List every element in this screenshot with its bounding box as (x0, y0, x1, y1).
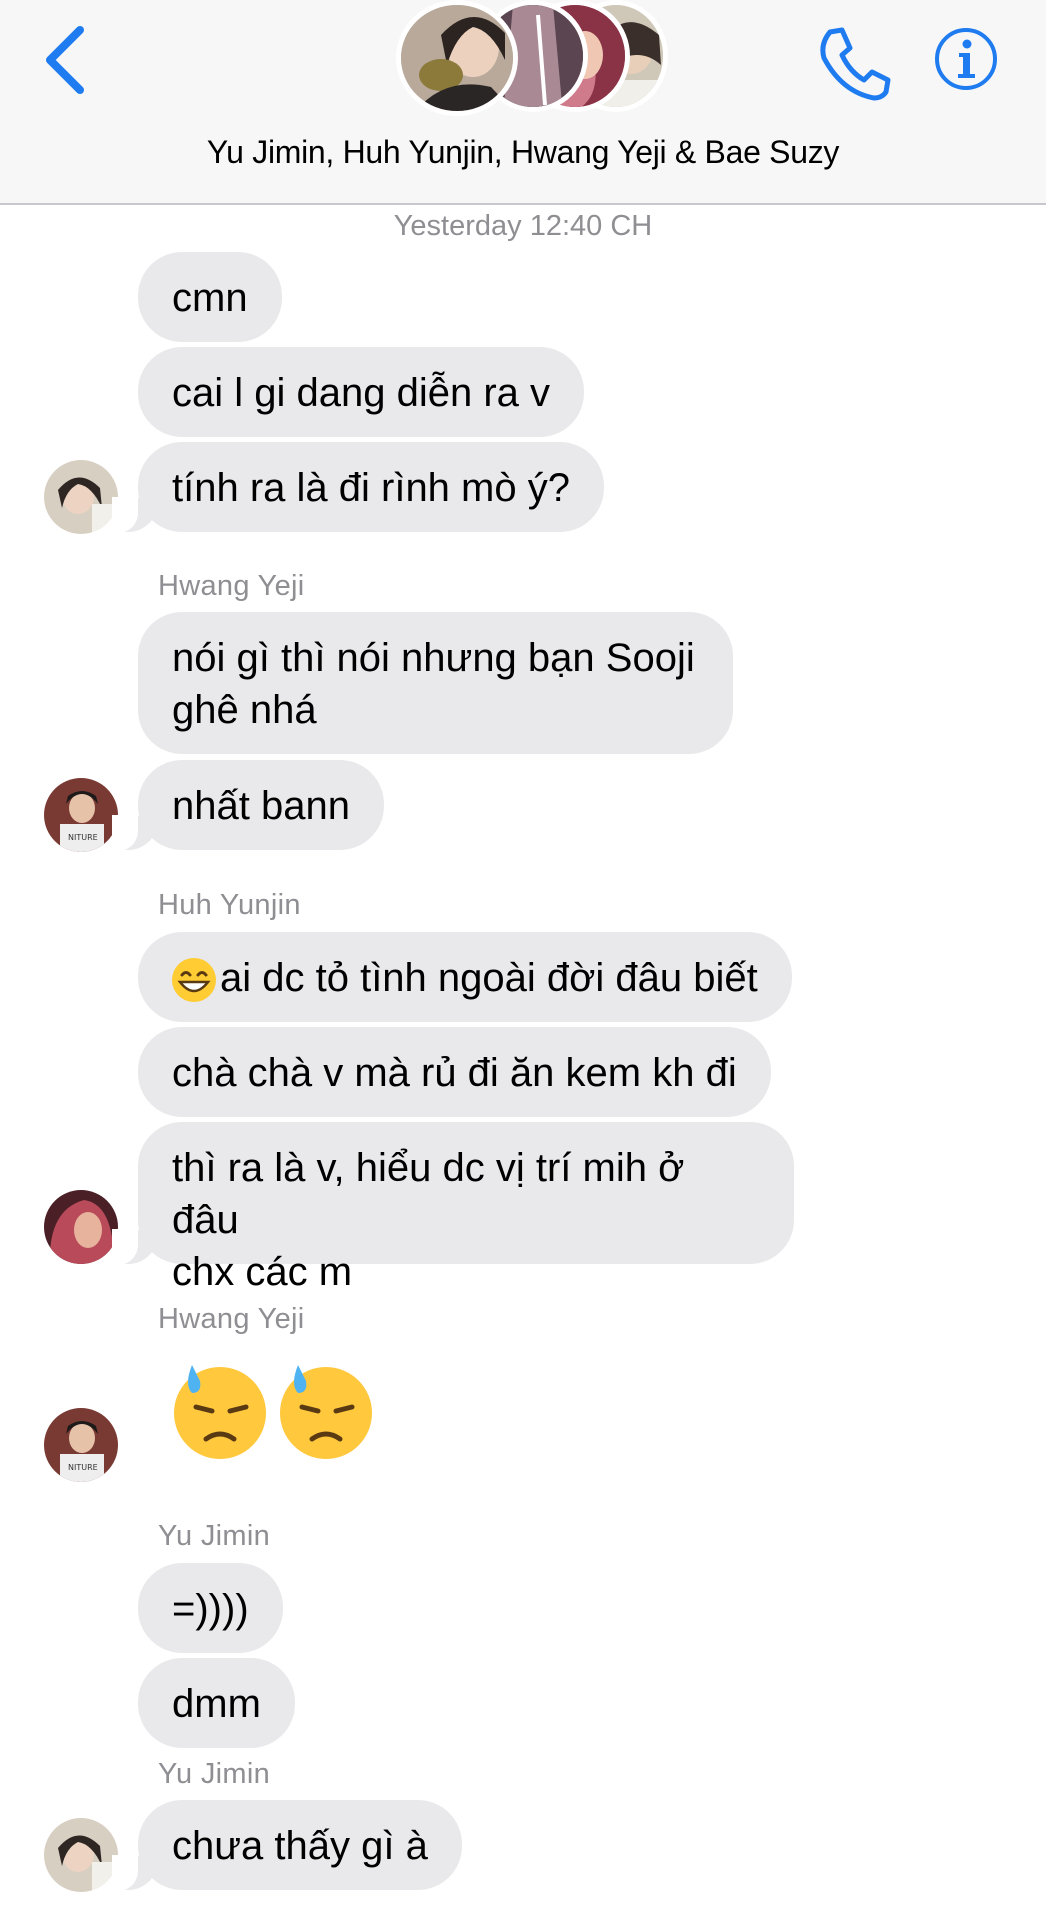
group-avatar-stack[interactable] (396, 0, 668, 116)
message-text: cai l gi dang diễn ra v (172, 371, 551, 415)
message-text: chưa thấy gì à (172, 1824, 428, 1868)
avatar[interactable]: NITURE (44, 1408, 118, 1482)
message-bubble[interactable]: cai l gi dang diễn ra v (138, 347, 585, 437)
avatar[interactable] (44, 460, 118, 534)
svg-text:NITURE: NITURE (68, 1463, 98, 1472)
message-bubble[interactable]: tính ra là đi rình mò ý? (112, 442, 604, 533)
grinning-face-icon (172, 958, 216, 1003)
sender-name: Hwang Yeji (158, 1303, 305, 1335)
message-text: ai dc tỏ tình ngoài đời đâu biết (220, 956, 758, 1000)
message-bubble[interactable]: thì ra là v, hiểu dc vị trí mih ở đâu ch… (112, 1122, 794, 1294)
message-bubble[interactable]: cmn (138, 252, 282, 342)
message-text: dmm (172, 1682, 261, 1726)
avatar[interactable]: NITURE (44, 778, 118, 852)
message-text: ghê nhá (172, 688, 317, 732)
message-text: =)))) (172, 1587, 249, 1631)
message-bubble[interactable]: ai dc tỏ tình ngoài đời đâu biết (138, 932, 792, 1022)
downcast-face-with-sweat-icon[interactable] (168, 1355, 378, 1465)
message-bubble[interactable]: nói gì thì nói nhưng bạn Sooji ghê nhá (138, 612, 733, 754)
info-icon (935, 28, 997, 90)
chat-header: Yu Jimin, Huh Yunjin, Hwang Yeji & Bae S… (0, 0, 1046, 205)
message-text: tính ra là đi rình mò ý? (172, 466, 570, 510)
sender-name: Huh Yunjin (158, 889, 301, 921)
message-bubble[interactable]: chưa thấy gì à (112, 1800, 462, 1891)
group-avatar-1 (396, 0, 518, 116)
back-button[interactable] (38, 22, 98, 102)
message-bubble[interactable]: =)))) (138, 1563, 283, 1653)
svg-text:NITURE: NITURE (68, 833, 98, 842)
sender-name: Yu Jimin (158, 1520, 270, 1552)
sender-name: Hwang Yeji (158, 570, 305, 602)
conversation-title[interactable]: Yu Jimin, Huh Yunjin, Hwang Yeji & Bae S… (0, 134, 1046, 171)
message-timestamp: Yesterday 12:40 CH (393, 210, 653, 242)
message-text: chx các m (172, 1250, 353, 1294)
message-bubble[interactable]: chà chà v mà rủ đi ăn kem kh đi (138, 1027, 771, 1117)
sender-name: Yu Jimin (158, 1758, 270, 1790)
avatar[interactable] (44, 1818, 118, 1892)
message-text: chà chà v mà rủ đi ăn kem kh đi (172, 1051, 737, 1095)
call-button[interactable] (812, 22, 892, 102)
chevron-left-icon (46, 26, 84, 94)
message-bubble[interactable]: nhất bann (112, 760, 384, 851)
message-text: thì ra là v, hiểu dc vị trí mih ở đâu (172, 1146, 685, 1242)
message-text: nhất bann (172, 784, 350, 828)
phone-icon (820, 27, 891, 101)
message-text: cmn (172, 276, 248, 320)
avatar[interactable] (44, 1190, 118, 1264)
message-text: nói gì thì nói nhưng bạn Sooji (172, 636, 695, 680)
info-button[interactable] (933, 26, 999, 92)
message-bubble[interactable]: dmm (138, 1658, 295, 1748)
